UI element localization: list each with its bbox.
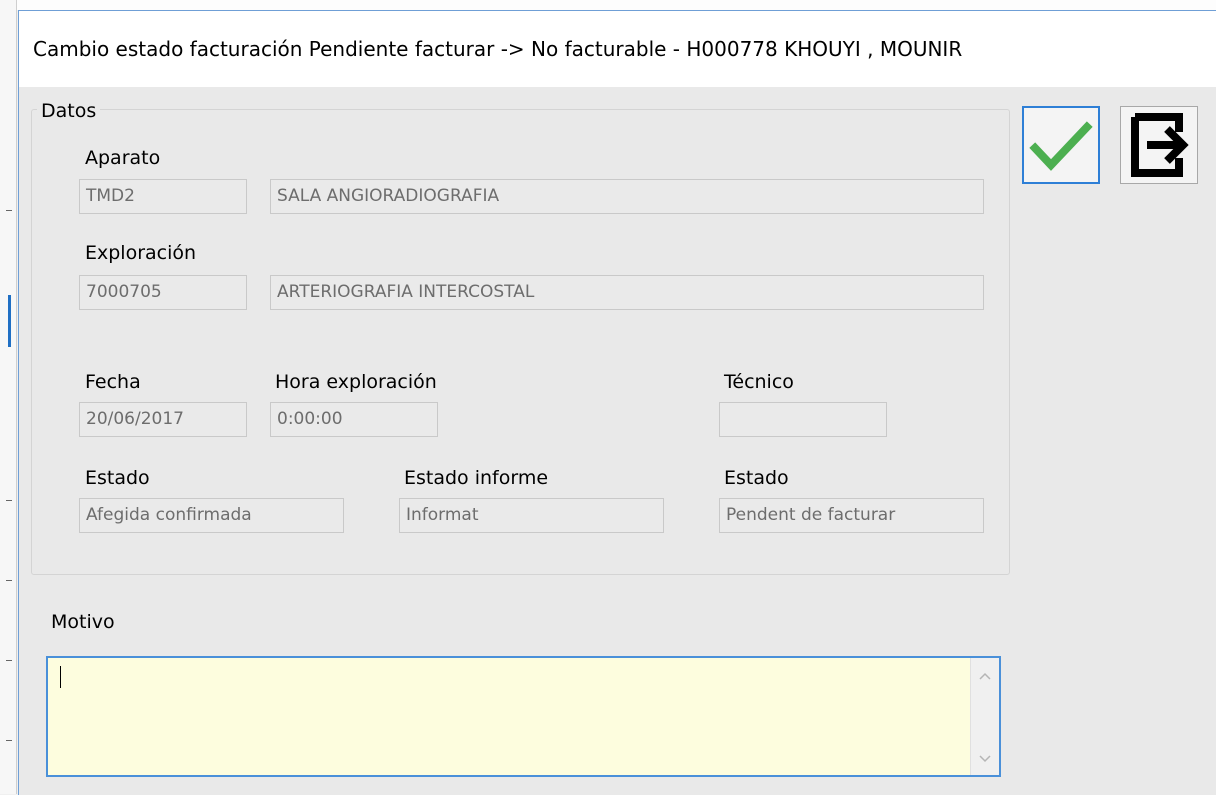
motivo-label: Motivo — [51, 611, 115, 633]
hora-exploracion-field: 0:00:00 — [270, 402, 438, 437]
motivo-textarea[interactable] — [46, 656, 1001, 777]
estado-label: Estado — [85, 467, 150, 489]
exit-button[interactable] — [1120, 106, 1198, 184]
tecnico-field — [719, 402, 887, 437]
background-app-header — [0, 0, 1216, 10]
dialog-titlebar: Cambio estado facturación Pendiente fact… — [19, 11, 1216, 87]
background-tick — [6, 500, 12, 501]
datos-caption: Datos — [37, 100, 101, 122]
estado-facturacion-field: Pendent de facturar — [719, 498, 984, 533]
scroll-up-arrow-icon[interactable] — [977, 668, 993, 684]
background-selection-marker — [8, 295, 11, 347]
motivo-scrollbar[interactable] — [970, 658, 999, 775]
dialog-title: Cambio estado facturación Pendiente fact… — [33, 37, 963, 61]
aparato-label: Aparato — [85, 147, 161, 169]
estado-informe-label: Estado informe — [404, 467, 549, 489]
exploracion-label: Exploración — [85, 242, 197, 264]
exploracion-code-field: 7000705 — [79, 275, 247, 310]
background-tick — [6, 210, 12, 211]
background-tick — [6, 580, 12, 581]
fecha-field: 20/06/2017 — [79, 402, 247, 437]
scroll-down-arrow-icon[interactable] — [977, 751, 993, 767]
estado-informe-field: Informat — [399, 498, 664, 533]
background-app-edge — [0, 0, 17, 794]
background-tick — [6, 660, 12, 661]
tecnico-label: Técnico — [724, 371, 794, 393]
background-tick — [6, 740, 12, 741]
aparato-code-field: TMD2 — [79, 179, 247, 214]
checkmark-icon — [1029, 121, 1093, 171]
accept-button[interactable] — [1022, 106, 1100, 184]
hora-exploracion-label: Hora exploración — [275, 371, 437, 393]
estado-facturacion-label: Estado — [724, 467, 789, 489]
fecha-label: Fecha — [85, 371, 141, 393]
aparato-description-field: SALA ANGIORADIOGRAFIA — [270, 179, 984, 214]
exploracion-description-field: ARTERIOGRAFIA INTERCOSTAL — [270, 275, 984, 310]
exit-arrow-icon — [1131, 113, 1189, 177]
text-caret — [60, 666, 61, 688]
estado-field: Afegida confirmada — [79, 498, 344, 533]
billing-status-dialog: Cambio estado facturación Pendiente fact… — [18, 10, 1216, 795]
